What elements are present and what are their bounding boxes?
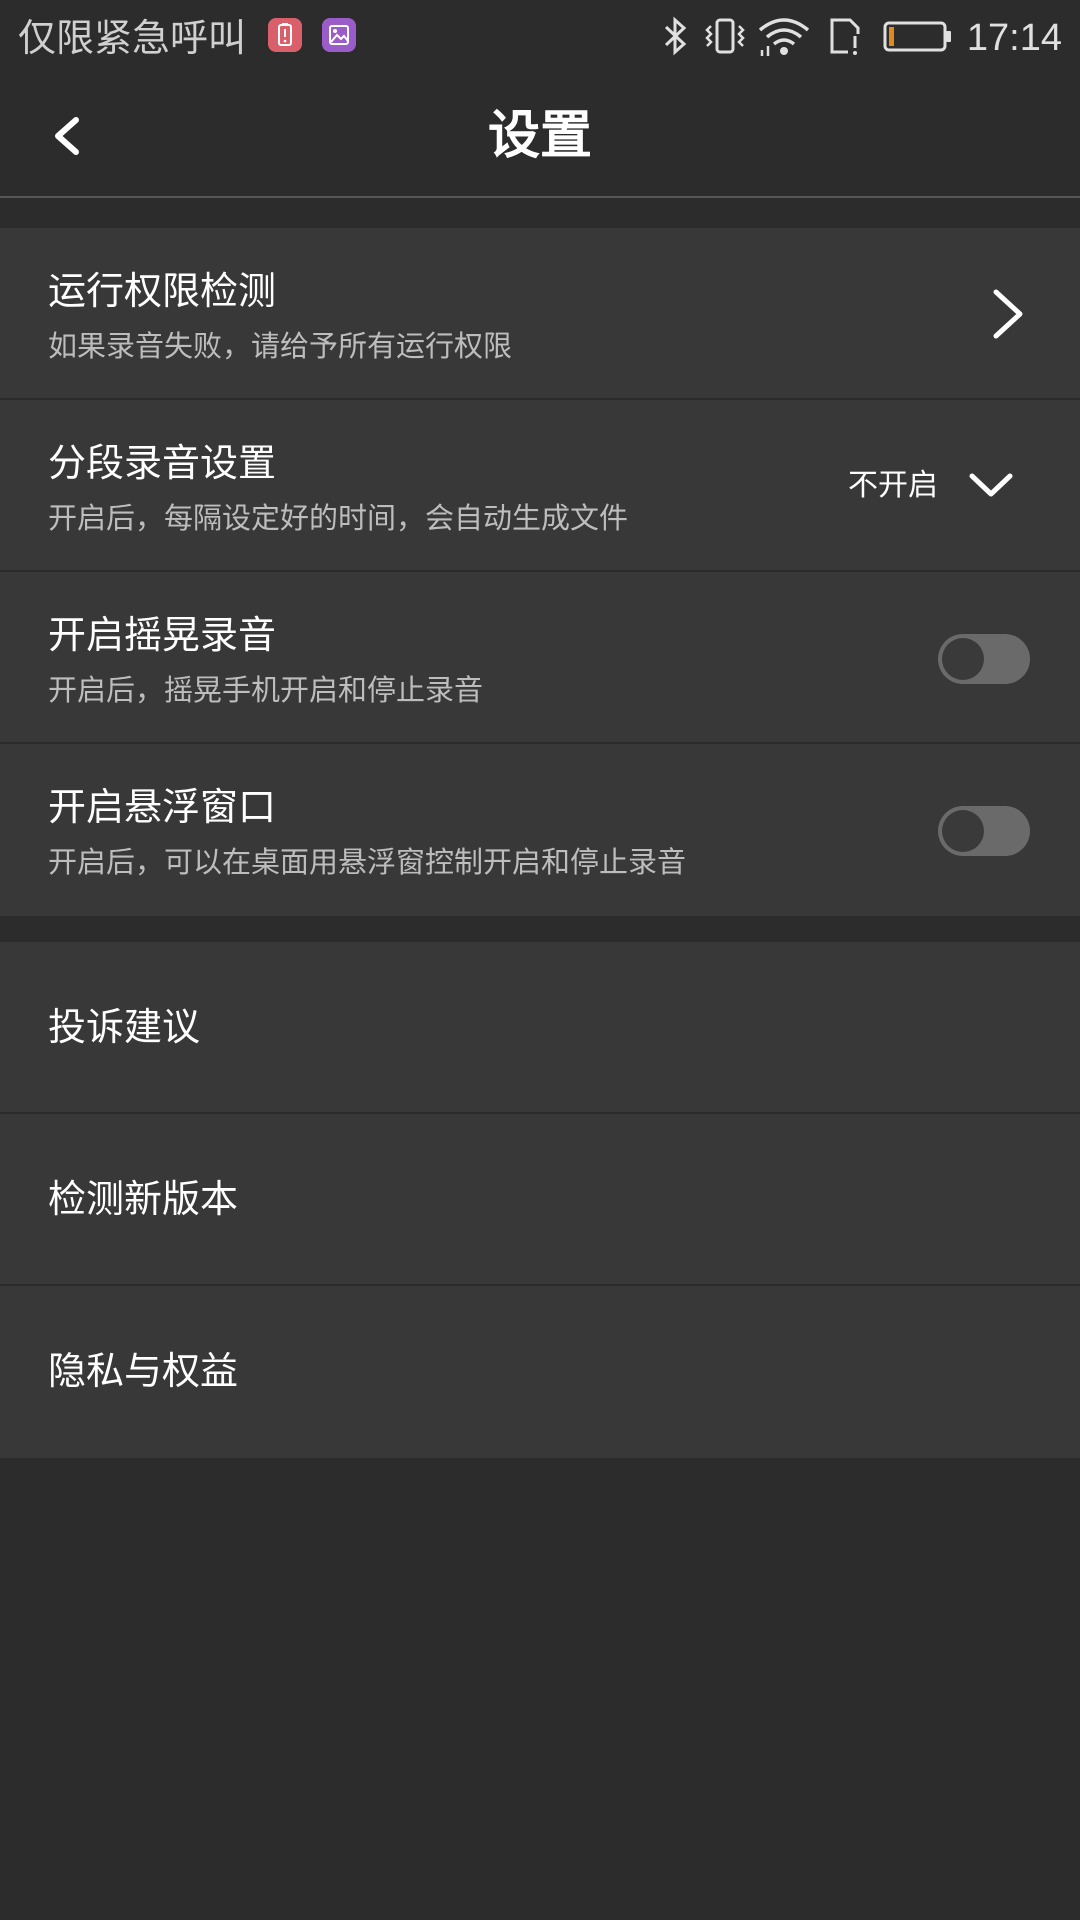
wifi-icon: [758, 18, 810, 56]
toggle-knob: [942, 638, 984, 680]
status-bar: 仅限紧急呼叫 17:14: [0, 0, 1080, 76]
row-title: 运行权限检测: [48, 269, 277, 313]
vibrate-icon: [705, 18, 745, 54]
more-group: 投诉建议 检测新版本 隐私与权益: [0, 942, 1080, 1458]
row-title: 投诉建议: [48, 1005, 201, 1049]
feedback-row[interactable]: 投诉建议: [0, 942, 1080, 1114]
gallery-icon: [322, 18, 356, 52]
battery-alert-icon: [268, 18, 302, 52]
row-subtitle: 开启后，摇晃手机开启和停止录音: [48, 673, 484, 707]
floating-window-toggle[interactable]: [938, 806, 1030, 856]
chevron-down-icon[interactable]: [968, 466, 1014, 506]
row-subtitle: 开启后，每隔设定好的时间，会自动生成文件: [48, 501, 629, 535]
row-title: 检测新版本: [48, 1177, 239, 1221]
chevron-right-icon: [993, 289, 1023, 339]
segment-dropdown-value[interactable]: 不开启: [848, 464, 938, 508]
row-subtitle: 如果录音失败，请给予所有运行权限: [48, 329, 513, 363]
row-subtitle: 开启后，可以在桌面用悬浮窗控制开启和停止录音: [48, 845, 687, 879]
shake-recording-row: 开启摇晃录音 开启后，摇晃手机开启和停止录音: [0, 572, 1080, 744]
segment-recording-row[interactable]: 分段录音设置 开启后，每隔设定好的时间，会自动生成文件 不开启: [0, 400, 1080, 572]
back-arrow-icon[interactable]: [38, 106, 98, 166]
row-title: 开启悬浮窗口: [48, 785, 277, 829]
carrier-text: 仅限紧急呼叫: [18, 16, 247, 60]
row-title: 开启摇晃录音: [48, 613, 277, 657]
check-update-row[interactable]: 检测新版本: [0, 1114, 1080, 1286]
bluetooth-icon: [664, 16, 687, 56]
app-bar: 设置: [0, 76, 1080, 198]
page-title: 设置: [487, 106, 592, 166]
clock: 17:14: [966, 17, 1062, 59]
battery-icon: [883, 21, 951, 52]
privacy-row[interactable]: 隐私与权益: [0, 1286, 1080, 1458]
permission-check-row[interactable]: 运行权限检测 如果录音失败，请给予所有运行权限: [0, 228, 1080, 400]
row-title: 隐私与权益: [48, 1349, 239, 1393]
row-title: 分段录音设置: [48, 441, 277, 485]
toggle-knob: [942, 810, 984, 852]
shake-recording-toggle[interactable]: [938, 634, 1030, 684]
settings-group: 运行权限检测 如果录音失败，请给予所有运行权限 分段录音设置 开启后，每隔设定好…: [0, 228, 1080, 916]
floating-window-row: 开启悬浮窗口 开启后，可以在桌面用悬浮窗控制开启和停止录音: [0, 744, 1080, 916]
sim-alert-icon: [830, 18, 862, 56]
